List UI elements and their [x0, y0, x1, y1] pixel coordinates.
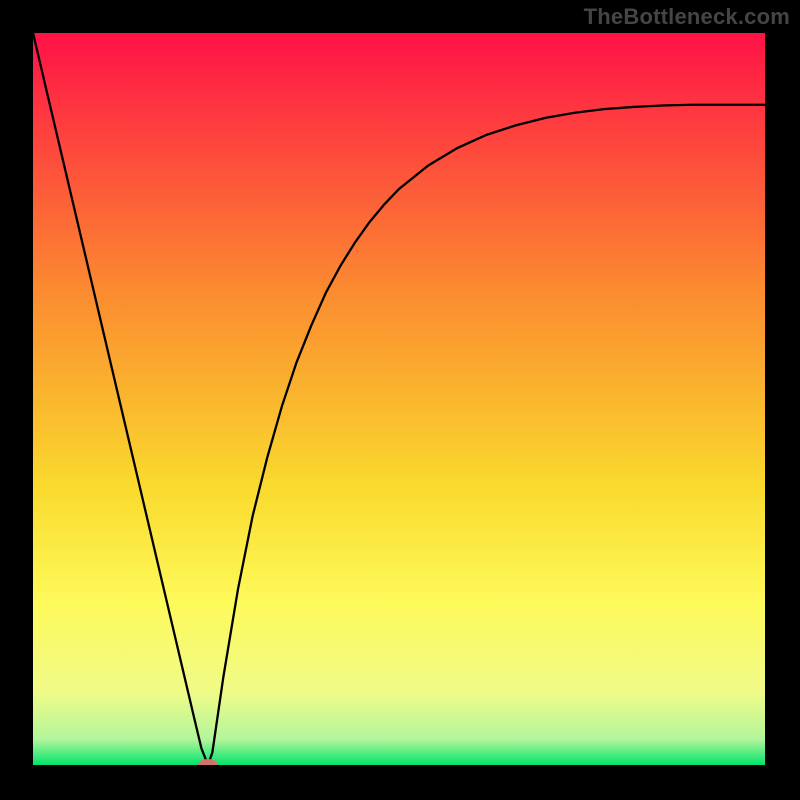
gradient-background — [33, 33, 765, 765]
chart-frame: TheBottleneck.com — [0, 0, 800, 800]
watermark-label: TheBottleneck.com — [584, 4, 790, 30]
chart-canvas — [33, 33, 765, 765]
plot-area — [33, 33, 765, 765]
